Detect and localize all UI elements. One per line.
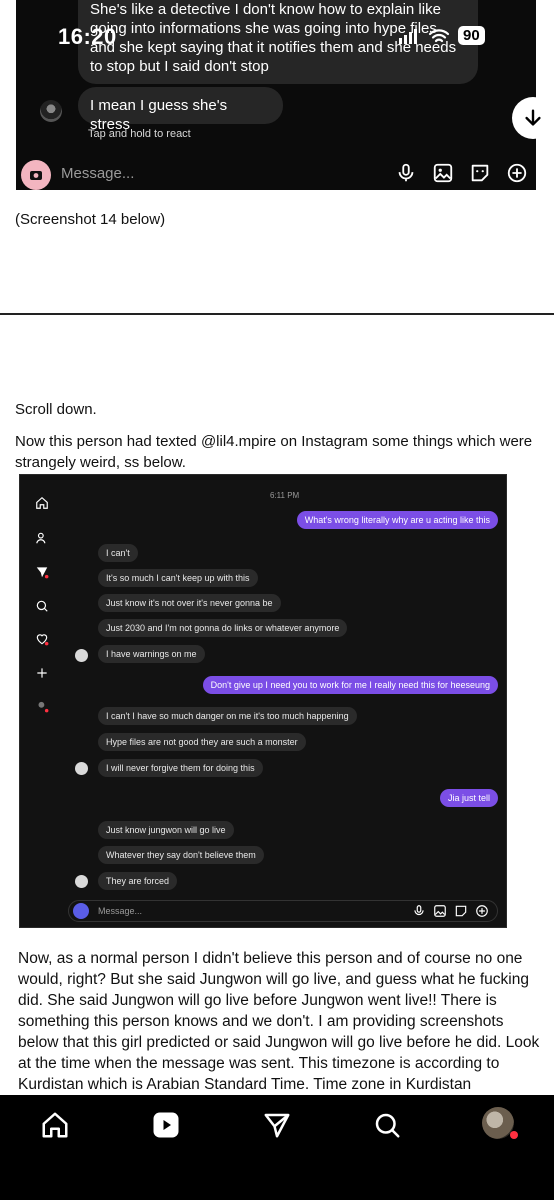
- ig-message-incoming: Just know jungwon will go live: [98, 821, 234, 839]
- ig-message-incoming: Just know it's not over it's never gonna…: [98, 594, 281, 612]
- ig-sender-avatar: [75, 875, 88, 888]
- camera-icon: [30, 171, 42, 180]
- send-icon: [32, 562, 52, 582]
- ig-message-incoming: I will never forgive them for doing this: [98, 759, 263, 777]
- ig-message-incoming: I can't I have so much danger on me it's…: [98, 707, 357, 725]
- ig-message-incoming: Hype files are not good they are such a …: [98, 733, 306, 751]
- sticker-icon[interactable]: [469, 162, 491, 184]
- ig-message-incoming: I can't: [98, 544, 138, 562]
- heart-icon: [32, 629, 52, 649]
- search-tab[interactable]: [371, 1109, 403, 1141]
- reels-icon: [153, 1112, 179, 1138]
- message-composer: Message...: [16, 156, 536, 190]
- status-icons: 90: [398, 26, 485, 45]
- messages-tab[interactable]: [261, 1109, 293, 1141]
- instagram-dm-screenshot: 6:11 PM What's wrong literally why are u…: [19, 474, 507, 928]
- ig-microphone-icon: [414, 905, 424, 916]
- ig-sidebar: [20, 475, 64, 927]
- status-time: 16:20: [58, 24, 117, 49]
- section-divider: [0, 313, 554, 315]
- ig-message-incoming: Just 2030 and I'm not gonna do links or …: [98, 619, 348, 637]
- create-icon: [32, 663, 52, 683]
- signal-icon: [399, 28, 417, 44]
- notification-dot: [510, 1131, 518, 1139]
- ig-message-outgoing: Jia just tell: [439, 789, 498, 807]
- screenshot-caption: (Screenshot 14 below): [15, 211, 166, 228]
- tap-hint-text: Tap and hold to react: [88, 128, 191, 140]
- scroll-note: Scroll down.: [15, 401, 97, 418]
- home-icon: [42, 1112, 68, 1138]
- reels-tab[interactable]: [150, 1109, 182, 1141]
- camera-button[interactable]: [21, 160, 51, 190]
- ig-add-icon: [476, 905, 488, 917]
- add-icon[interactable]: [506, 162, 528, 184]
- profile-icon: [32, 696, 52, 716]
- home-icon: [32, 493, 52, 513]
- ig-message-composer: Message...: [68, 900, 498, 922]
- search-icon: [32, 596, 52, 616]
- ig-camera-icon: [73, 903, 89, 919]
- ig-message-outgoing: What's wrong literally why are u acting …: [296, 511, 498, 529]
- people-icon: [32, 528, 52, 548]
- arrow-down-icon: [525, 109, 541, 126]
- ig-sticker-icon: [455, 905, 467, 917]
- wifi-icon: [428, 28, 450, 42]
- ig-message-input: Message...: [98, 906, 143, 916]
- chat-bubble-incoming: I mean I guess she's stress: [78, 87, 283, 133]
- ig-message-incoming: It's so much I can't keep up with this: [98, 569, 258, 587]
- ig-message-incoming: I have warnings on me: [98, 645, 205, 663]
- ig-message-incoming: They are forced: [98, 872, 178, 890]
- bottom-navigation: [0, 1095, 554, 1200]
- ig-message-incoming: Whatever they say don't believe them: [98, 846, 264, 864]
- ig-sender-avatar: [75, 649, 88, 662]
- body-paragraph: Now, as a normal person I didn't believe…: [18, 950, 540, 1093]
- scroll-down-button[interactable]: [512, 97, 554, 139]
- battery-indicator: 90: [458, 26, 485, 45]
- ig-timestamp: 6:11 PM: [270, 491, 300, 500]
- ig-gallery-icon: [434, 905, 446, 917]
- message-input[interactable]: Message...: [61, 165, 134, 182]
- ig-sender-avatar: [75, 762, 88, 775]
- ig-message-outgoing: Don't give up I need you to work for me …: [202, 676, 498, 694]
- sender-avatar: [40, 100, 62, 122]
- send-icon: [264, 1113, 290, 1138]
- search-icon: [375, 1113, 400, 1138]
- home-tab[interactable]: [39, 1109, 71, 1141]
- microphone-icon[interactable]: [395, 162, 417, 184]
- intro-paragraph: Now this person had texted @lil4.mpire o…: [15, 433, 533, 471]
- gallery-icon[interactable]: [432, 162, 454, 184]
